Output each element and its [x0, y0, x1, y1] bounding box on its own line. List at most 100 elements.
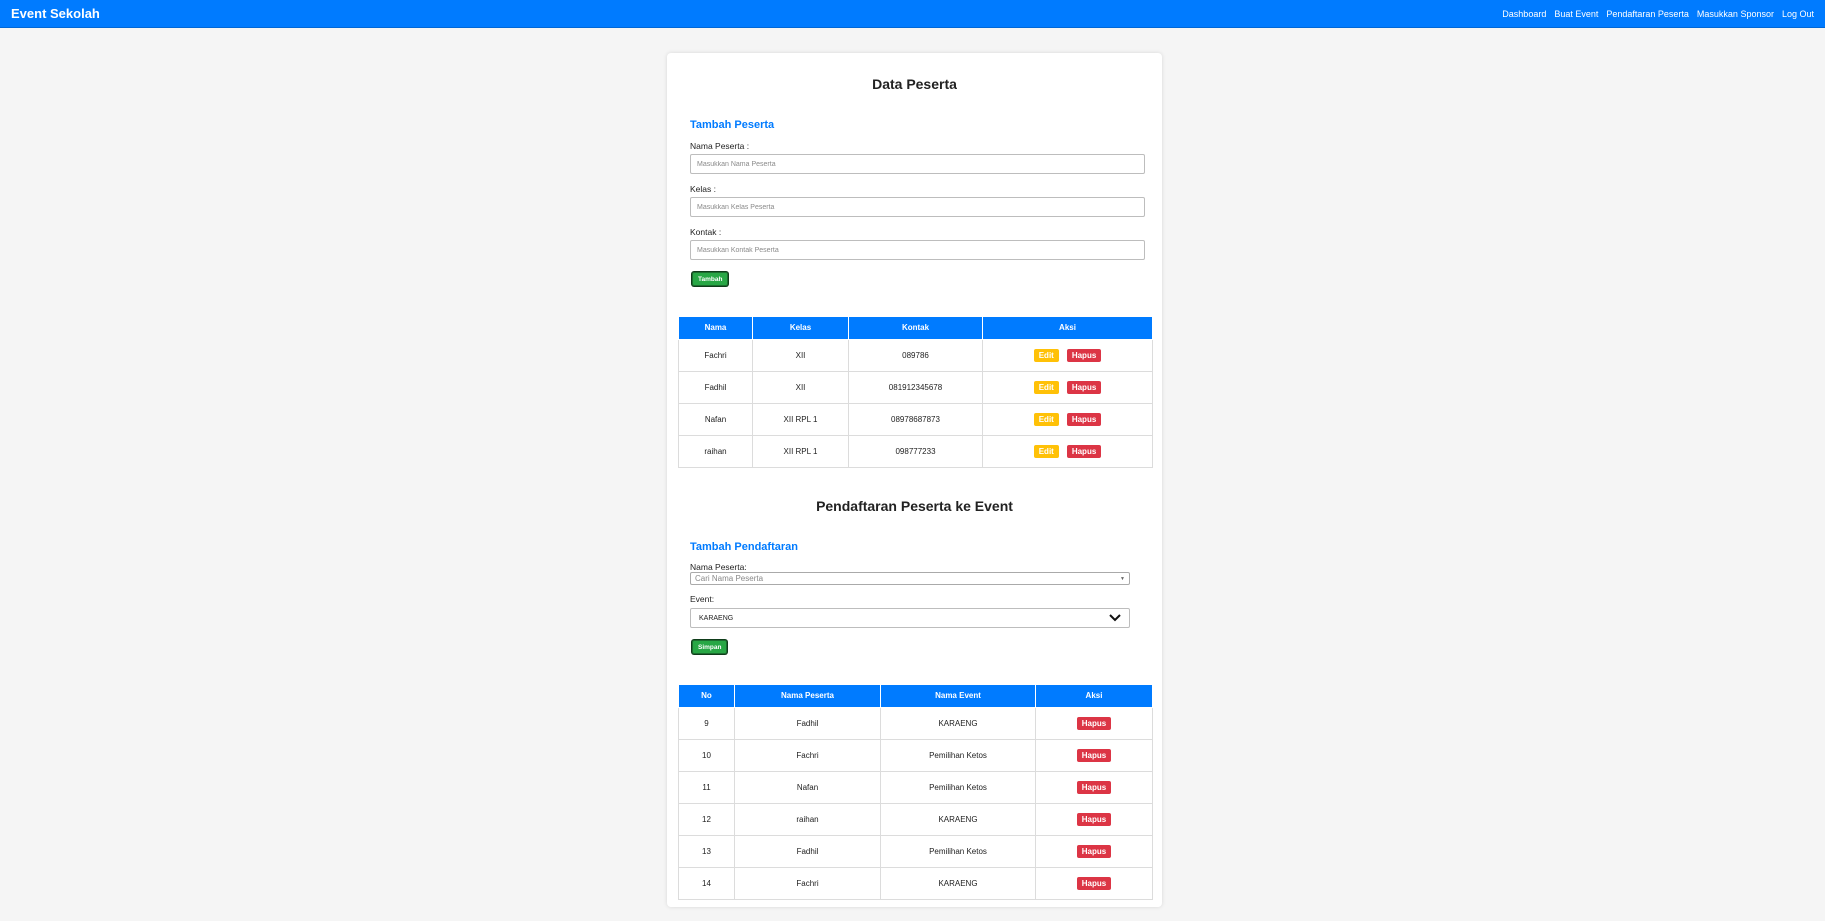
cell-nama-peserta: Fachri: [734, 738, 881, 772]
cell-aksi: Edit Hapus: [982, 338, 1153, 372]
nav-dashboard[interactable]: Dashboard: [1502, 9, 1546, 19]
cell-kelas: XII RPL 1: [752, 402, 849, 436]
event-select[interactable]: KARAENG: [690, 608, 1130, 628]
nama-peserta-input[interactable]: [690, 154, 1145, 174]
pendaftaran-title: Pendaftaran Peserta ke Event: [816, 498, 1013, 514]
cell-nama: Nafan: [678, 402, 753, 436]
hapus-button[interactable]: Hapus: [1076, 716, 1112, 730]
cell-nama-peserta: Fadhil: [734, 834, 881, 868]
top-navbar: Event Sekolah Dashboard Buat Event Penda…: [0, 0, 1825, 28]
col-nama: Nama: [678, 317, 753, 340]
kelas-label: Kelas :: [690, 184, 716, 194]
kontak-label: Kontak :: [690, 227, 722, 237]
cell-nama-peserta: raihan: [734, 802, 881, 836]
cell-kontak: 08978687873: [848, 402, 983, 436]
nav-masukkan-sponsor[interactable]: Masukkan Sponsor: [1697, 9, 1774, 19]
tambah-peserta-heading: Tambah Peserta: [690, 119, 775, 131]
edit-button[interactable]: Edit: [1033, 412, 1059, 426]
cell-kelas: XII: [752, 338, 849, 372]
cell-kelas: XII RPL 1: [752, 434, 849, 468]
nama-peserta-search-select[interactable]: Cari Nama Peserta ▼: [690, 572, 1130, 585]
nama-peserta-placeholder: Cari Nama Peserta: [695, 574, 764, 583]
col-kontak: Kontak: [848, 317, 983, 340]
cell-aksi: Hapus: [1035, 706, 1153, 740]
col-aksi: Aksi: [982, 317, 1153, 340]
cell-no: 11: [678, 770, 735, 804]
col-nama-peserta: Nama Peserta: [734, 685, 881, 708]
cell-no: 13: [678, 834, 735, 868]
nav-log-out[interactable]: Log Out: [1782, 9, 1814, 19]
table-row: Fachri XII 089786 Edit Hapus: [678, 338, 1153, 372]
brand-title[interactable]: Event Sekolah: [11, 6, 100, 21]
cell-aksi: Edit Hapus: [982, 370, 1153, 404]
event-label: Event:: [690, 594, 715, 604]
nama-peserta-label: Nama Peserta :: [690, 141, 750, 151]
tambah-button[interactable]: Tambah: [692, 272, 729, 286]
hapus-button[interactable]: Hapus: [1076, 748, 1112, 762]
event-selected-value: KARAENG: [699, 614, 734, 622]
table-row: 10 Fachri Pemilihan Ketos Hapus: [678, 738, 1153, 772]
cell-aksi: Hapus: [1035, 834, 1153, 868]
simpan-button[interactable]: Simpan: [692, 640, 728, 654]
cell-aksi: Hapus: [1035, 738, 1153, 772]
nav-links: Dashboard Buat Event Pendaftaran Peserta…: [1502, 9, 1814, 19]
hapus-button[interactable]: Hapus: [1076, 844, 1112, 858]
kelas-input[interactable]: [690, 197, 1145, 217]
tambah-pendaftaran-heading: Tambah Pendaftaran: [690, 541, 798, 553]
hapus-button[interactable]: Hapus: [1066, 348, 1102, 362]
table-row: raihan XII RPL 1 098777233 Edit Hapus: [678, 434, 1153, 468]
cell-nama-event: Pemilihan Ketos: [880, 834, 1036, 868]
col-kelas: Kelas: [752, 317, 849, 340]
cell-no: 9: [678, 706, 735, 740]
cell-nama: raihan: [678, 434, 753, 468]
hapus-button[interactable]: Hapus: [1076, 876, 1112, 890]
cell-no: 12: [678, 802, 735, 836]
cell-kontak: 098777233: [848, 434, 983, 468]
cell-nama-event: KARAENG: [880, 866, 1036, 900]
table-row: Fadhil XII 081912345678 Edit Hapus: [678, 370, 1153, 404]
edit-button[interactable]: Edit: [1033, 444, 1059, 458]
cell-kontak: 081912345678: [848, 370, 983, 404]
cell-nama-peserta: Fadhil: [734, 706, 881, 740]
pendaftaran-table: No Nama Peserta Nama Event Aksi 9 Fadhil…: [678, 685, 1153, 900]
edit-button[interactable]: Edit: [1033, 380, 1059, 394]
kontak-input[interactable]: [690, 240, 1145, 260]
edit-button[interactable]: Edit: [1033, 348, 1059, 362]
cell-no: 14: [678, 866, 735, 900]
table-row: Nafan XII RPL 1 08978687873 Edit Hapus: [678, 402, 1153, 436]
table-row: 11 Nafan Pemilihan Ketos Hapus: [678, 770, 1153, 804]
cell-nama-event: KARAENG: [880, 802, 1036, 836]
hapus-button[interactable]: Hapus: [1076, 780, 1112, 794]
col-nama-event: Nama Event: [880, 685, 1036, 708]
hapus-button[interactable]: Hapus: [1066, 380, 1102, 394]
cell-aksi: Edit Hapus: [982, 434, 1153, 468]
col-aksi: Aksi: [1035, 685, 1153, 708]
cell-nama-event: Pemilihan Ketos: [880, 770, 1036, 804]
nama-peserta-select-label: Nama Peserta:: [690, 562, 747, 572]
cell-aksi: Hapus: [1035, 866, 1153, 900]
hapus-button[interactable]: Hapus: [1076, 812, 1112, 826]
cell-aksi: Hapus: [1035, 802, 1153, 836]
data-peserta-title: Data Peserta: [872, 76, 957, 92]
cell-kontak: 089786: [848, 338, 983, 372]
caret-down-icon: ▼: [1120, 575, 1125, 582]
nav-pendaftaran-peserta[interactable]: Pendaftaran Peserta: [1606, 9, 1689, 19]
cell-nama: Fachri: [678, 338, 753, 372]
cell-kelas: XII: [752, 370, 849, 404]
table-row: 9 Fadhil KARAENG Hapus: [678, 706, 1153, 740]
col-no: No: [678, 685, 735, 708]
main-card: Data Peserta Tambah Peserta Nama Peserta…: [667, 53, 1162, 907]
cell-aksi: Hapus: [1035, 770, 1153, 804]
table-row: 14 Fachri KARAENG Hapus: [678, 866, 1153, 900]
cell-nama-peserta: Nafan: [734, 770, 881, 804]
table-row: 12 raihan KARAENG Hapus: [678, 802, 1153, 836]
peserta-table: Nama Kelas Kontak Aksi Fachri XII 089786…: [678, 317, 1153, 468]
hapus-button[interactable]: Hapus: [1066, 412, 1102, 426]
hapus-button[interactable]: Hapus: [1066, 444, 1102, 458]
table-row: 13 Fadhil Pemilihan Ketos Hapus: [678, 834, 1153, 868]
cell-nama: Fadhil: [678, 370, 753, 404]
nav-buat-event[interactable]: Buat Event: [1554, 9, 1598, 19]
cell-nama-peserta: Fachri: [734, 866, 881, 900]
chevron-down-icon: [1109, 614, 1121, 622]
cell-aksi: Edit Hapus: [982, 402, 1153, 436]
